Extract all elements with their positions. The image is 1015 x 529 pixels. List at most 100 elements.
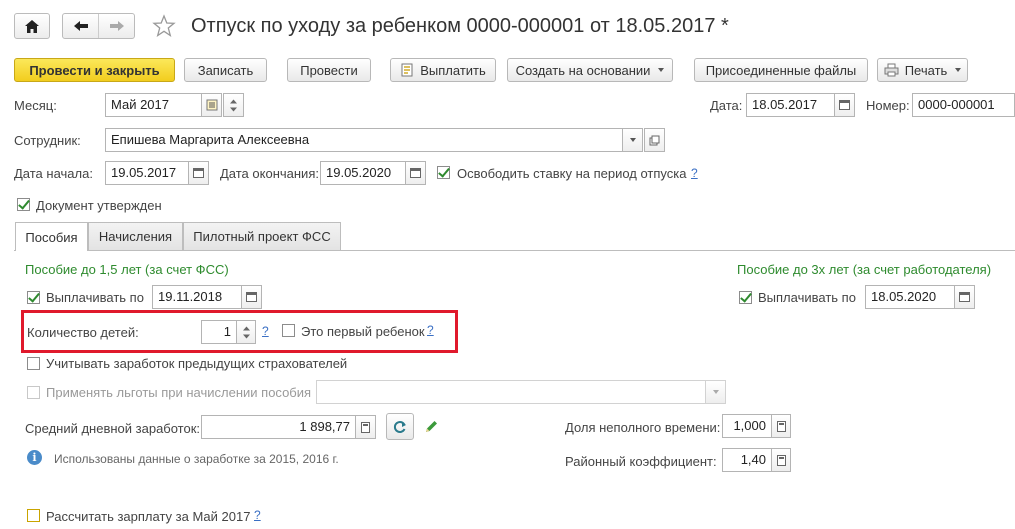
calendar-icon bbox=[839, 100, 850, 110]
favorite-star-icon[interactable] bbox=[152, 14, 176, 41]
calendar-icon bbox=[193, 168, 204, 178]
calc-salary-checkbox[interactable] bbox=[27, 509, 40, 522]
date-label: Дата: bbox=[710, 98, 743, 113]
end-date-label: Дата окончания: bbox=[220, 166, 319, 181]
month-label: Месяц: bbox=[14, 98, 57, 113]
calendar-icon bbox=[410, 168, 421, 178]
post-button[interactable]: Провести bbox=[287, 58, 371, 82]
employee-open-button[interactable] bbox=[644, 128, 665, 152]
pay-button-label: Выплатить bbox=[420, 62, 486, 78]
start-date-label: Дата начала: bbox=[14, 166, 93, 181]
pay-until-left-checkbox[interactable] bbox=[27, 291, 40, 304]
part-time-calc-button[interactable] bbox=[771, 414, 791, 438]
end-date-field[interactable]: 19.05.2020 bbox=[320, 161, 406, 185]
calendar-list-icon bbox=[206, 99, 217, 111]
pay-until-left-calendar-button[interactable] bbox=[241, 285, 262, 309]
tab-fss-pilot[interactable]: Пилотный проект ФСС bbox=[183, 222, 341, 250]
chevron-down-icon bbox=[955, 68, 962, 72]
print-label: Печать bbox=[904, 62, 948, 78]
document-approved-checkbox[interactable] bbox=[17, 198, 30, 211]
benefit-3-title: Пособие до 3х лет (за счет работодателя) bbox=[737, 262, 992, 277]
chevron-down-icon bbox=[658, 68, 665, 72]
children-count-spinner[interactable] bbox=[236, 320, 256, 344]
first-child-checkbox[interactable] bbox=[282, 324, 295, 337]
employee-label: Сотрудник: bbox=[14, 133, 81, 148]
spin-up-icon bbox=[242, 326, 250, 330]
month-spinner[interactable] bbox=[223, 93, 244, 117]
children-count-field[interactable]: 1 bbox=[201, 320, 237, 344]
employee-dropdown-button[interactable] bbox=[622, 128, 643, 152]
tab-accruals[interactable]: Начисления bbox=[88, 222, 183, 250]
window-title: Отпуск по уходу за ребенком 0000-000001 … bbox=[191, 15, 729, 37]
pay-button[interactable]: Выплатить bbox=[390, 58, 496, 82]
start-date-field[interactable]: 19.05.2017 bbox=[105, 161, 189, 185]
calculator-icon bbox=[361, 421, 370, 433]
pay-until-right-label: Выплачивать по bbox=[758, 290, 856, 305]
create-based-button[interactable]: Создать на основании bbox=[507, 58, 673, 82]
document-icon bbox=[401, 63, 413, 77]
calc-salary-help-link[interactable]: ? bbox=[254, 508, 261, 522]
first-child-label: Это первый ребенок bbox=[301, 324, 425, 339]
pay-until-right-checkbox[interactable] bbox=[739, 291, 752, 304]
employee-field[interactable]: Епишева Маргарита Алексеевна bbox=[105, 128, 623, 152]
children-count-label: Количество детей: bbox=[27, 325, 139, 340]
month-field[interactable]: Май 2017 bbox=[105, 93, 202, 117]
spin-down-icon bbox=[242, 334, 250, 338]
calendar-icon bbox=[246, 292, 257, 302]
pay-until-right-field[interactable]: 18.05.2020 bbox=[865, 285, 955, 309]
nav-buttons bbox=[62, 13, 135, 39]
refresh-icon bbox=[394, 420, 406, 433]
children-count-help-link[interactable]: ? bbox=[262, 324, 269, 338]
regional-coef-field[interactable]: 1,40 bbox=[722, 448, 772, 472]
printer-icon bbox=[884, 63, 899, 77]
back-button[interactable] bbox=[63, 14, 99, 38]
calculator-icon bbox=[776, 454, 786, 466]
apply-benefits-label: Применять льготы при начислении пособия bbox=[46, 385, 312, 400]
avg-earnings-calc-button[interactable] bbox=[355, 415, 376, 439]
date-field[interactable]: 18.05.2017 bbox=[746, 93, 835, 117]
forward-button[interactable] bbox=[99, 14, 134, 38]
post-and-close-button[interactable]: Провести и закрыть bbox=[14, 58, 175, 82]
arrow-left-icon bbox=[73, 21, 88, 31]
apply-benefits-checkbox[interactable] bbox=[27, 386, 40, 399]
date-calendar-button[interactable] bbox=[834, 93, 855, 117]
prev-insurers-checkbox[interactable] bbox=[27, 357, 40, 370]
create-based-label: Создать на основании bbox=[515, 62, 651, 78]
part-time-field[interactable]: 1,000 bbox=[722, 414, 772, 438]
attached-files-button[interactable]: Присоединенные файлы bbox=[694, 58, 868, 82]
apply-benefits-field[interactable] bbox=[316, 380, 706, 404]
first-child-help-link[interactable]: ? bbox=[427, 323, 434, 337]
tab-benefits[interactable]: Пособия bbox=[15, 222, 88, 251]
home-button[interactable] bbox=[14, 13, 50, 39]
save-button[interactable]: Записать bbox=[184, 58, 267, 82]
earnings-info-text: Использованы данные о заработке за 2015,… bbox=[54, 452, 339, 466]
tab-strip-line bbox=[14, 250, 1015, 251]
release-rate-checkbox[interactable] bbox=[437, 166, 450, 179]
edit-pencil-icon[interactable] bbox=[424, 419, 439, 437]
chevron-down-icon bbox=[712, 390, 719, 394]
document-approved-label: Документ утвержден bbox=[36, 198, 162, 213]
avg-earnings-field[interactable]: 1 898,77 bbox=[201, 415, 356, 439]
avg-earnings-label: Средний дневной заработок: bbox=[25, 421, 201, 436]
calc-salary-label: Рассчитать зарплату за Май 2017 bbox=[46, 509, 251, 524]
pay-until-left-field[interactable]: 19.11.2018 bbox=[152, 285, 242, 309]
refresh-button[interactable] bbox=[386, 413, 414, 440]
number-field[interactable]: 0000-000001 bbox=[912, 93, 1015, 117]
open-icon bbox=[649, 135, 660, 145]
arrow-right-icon bbox=[109, 21, 124, 31]
release-rate-label: Освободить ставку на период отпуска bbox=[457, 166, 687, 181]
regional-coef-calc-button[interactable] bbox=[771, 448, 791, 472]
print-button[interactable]: Печать bbox=[877, 58, 968, 82]
number-label: Номер: bbox=[866, 98, 910, 113]
pay-until-right-calendar-button[interactable] bbox=[954, 285, 975, 309]
release-rate-help-link[interactable]: ? bbox=[691, 166, 698, 180]
info-icon: i bbox=[27, 450, 42, 465]
end-date-calendar-button[interactable] bbox=[405, 161, 426, 185]
spin-up-icon bbox=[230, 99, 237, 103]
start-date-calendar-button[interactable] bbox=[188, 161, 209, 185]
benefit-15-title: Пособие до 1,5 лет (за счет ФСС) bbox=[25, 262, 229, 277]
apply-benefits-dropdown-button[interactable] bbox=[705, 380, 726, 404]
spin-down-icon bbox=[230, 107, 237, 111]
chevron-down-icon bbox=[629, 138, 636, 142]
month-select-button[interactable] bbox=[201, 93, 222, 117]
